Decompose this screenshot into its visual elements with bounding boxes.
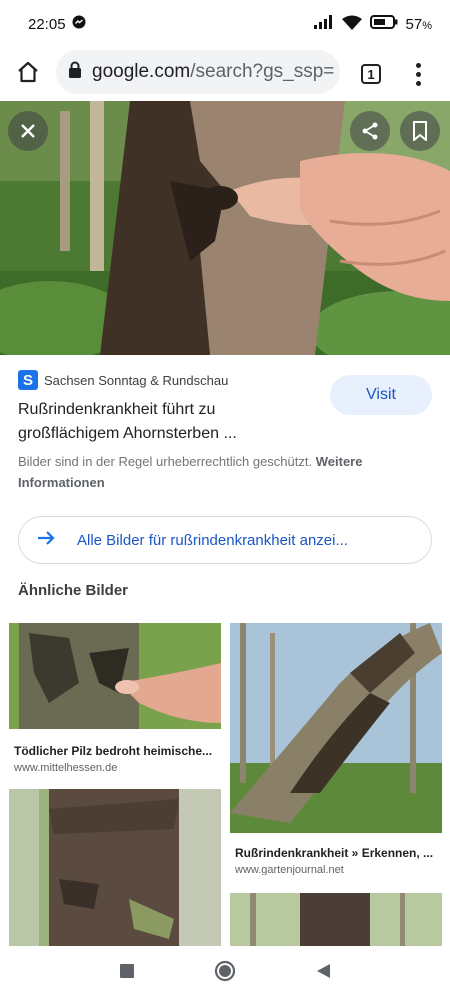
recents-button[interactable] [116, 962, 138, 984]
url-text: google.com/search?gs_ssp= [92, 61, 335, 82]
all-images-button[interactable]: Alle Bilder für rußrindenkrankheit anzei… [18, 516, 432, 564]
home-icon [16, 60, 40, 89]
site-favicon: S [18, 370, 38, 390]
arrow-right-icon [37, 530, 55, 551]
triangle-back-icon [315, 963, 331, 984]
source-name: Sachsen Sonntag & Rundschau [44, 372, 229, 388]
similar-caption: Rußrindenkrankheit » Erkennen, ... [235, 846, 434, 860]
result-title-line2: großflächigem Ahornsterben ... [18, 425, 237, 442]
similar-image-card[interactable]: Tödlicher Pilz bedroht heimische... www.… [9, 623, 221, 773]
result-title-line1: Rußrindenkrankheit führt zu [18, 401, 216, 418]
lock-icon [68, 61, 82, 84]
similar-image-card[interactable] [9, 789, 221, 946]
browser-toolbar: google.com/search?gs_ssp= 1 [0, 48, 450, 100]
share-icon [360, 121, 380, 141]
copyright-text: Bilder sind in der Regel urheberrechtlic… [18, 454, 313, 469]
close-icon [20, 123, 36, 139]
status-right: 57% [313, 15, 432, 34]
bookmark-icon [412, 121, 428, 141]
battery-icon [369, 15, 398, 33]
more-vert-icon[interactable] [404, 58, 432, 90]
tab-count: 1 [361, 64, 381, 84]
address-bar[interactable]: google.com/search?gs_ssp= [56, 50, 340, 94]
similar-image-thumb [9, 789, 221, 946]
tab-switcher-button[interactable]: 1 [356, 60, 386, 88]
similar-images-heading: Ähnliche Bilder [18, 582, 129, 599]
messenger-icon [72, 15, 86, 33]
share-button[interactable] [350, 111, 390, 151]
similar-image-card[interactable]: Rußrindenkrankheit » Erkennen, ... www.g… [230, 623, 442, 875]
home-nav-button[interactable] [214, 960, 236, 987]
similar-image-thumb [230, 893, 442, 946]
result-title[interactable]: Rußrindenkrankheit führt zu großflächige… [18, 398, 318, 446]
similar-domain: www.gartenjournal.net [235, 864, 344, 875]
back-button[interactable] [312, 962, 334, 984]
similar-domain: www.mittelhessen.de [14, 762, 118, 773]
bookmark-button[interactable] [400, 111, 440, 151]
source-site[interactable]: S Sachsen Sonntag & Rundschau [18, 370, 228, 390]
similar-caption: Tödlicher Pilz bedroht heimische... [14, 744, 213, 758]
similar-image-thumb [9, 623, 221, 729]
home-button[interactable] [0, 48, 56, 100]
signal-icon [313, 15, 334, 33]
all-images-label: Alle Bilder für rußrindenkrankheit anzei… [77, 531, 348, 549]
wifi-icon [341, 15, 362, 34]
visit-button[interactable]: Visit [330, 375, 432, 415]
system-nav-bar [0, 946, 450, 1000]
circle-icon [214, 960, 236, 987]
battery-percent: 57% [405, 15, 432, 33]
close-button[interactable] [8, 111, 48, 151]
status-left: 22:05 [28, 15, 86, 33]
similar-image-card[interactable] [230, 893, 442, 946]
status-time: 22:05 [28, 15, 66, 33]
square-icon [119, 963, 135, 984]
copyright-notice: Bilder sind in der Regel urheberrechtlic… [18, 451, 428, 493]
similar-image-thumb [230, 623, 442, 833]
preview-image [0, 101, 450, 355]
status-bar: 22:05 57% [0, 0, 450, 48]
